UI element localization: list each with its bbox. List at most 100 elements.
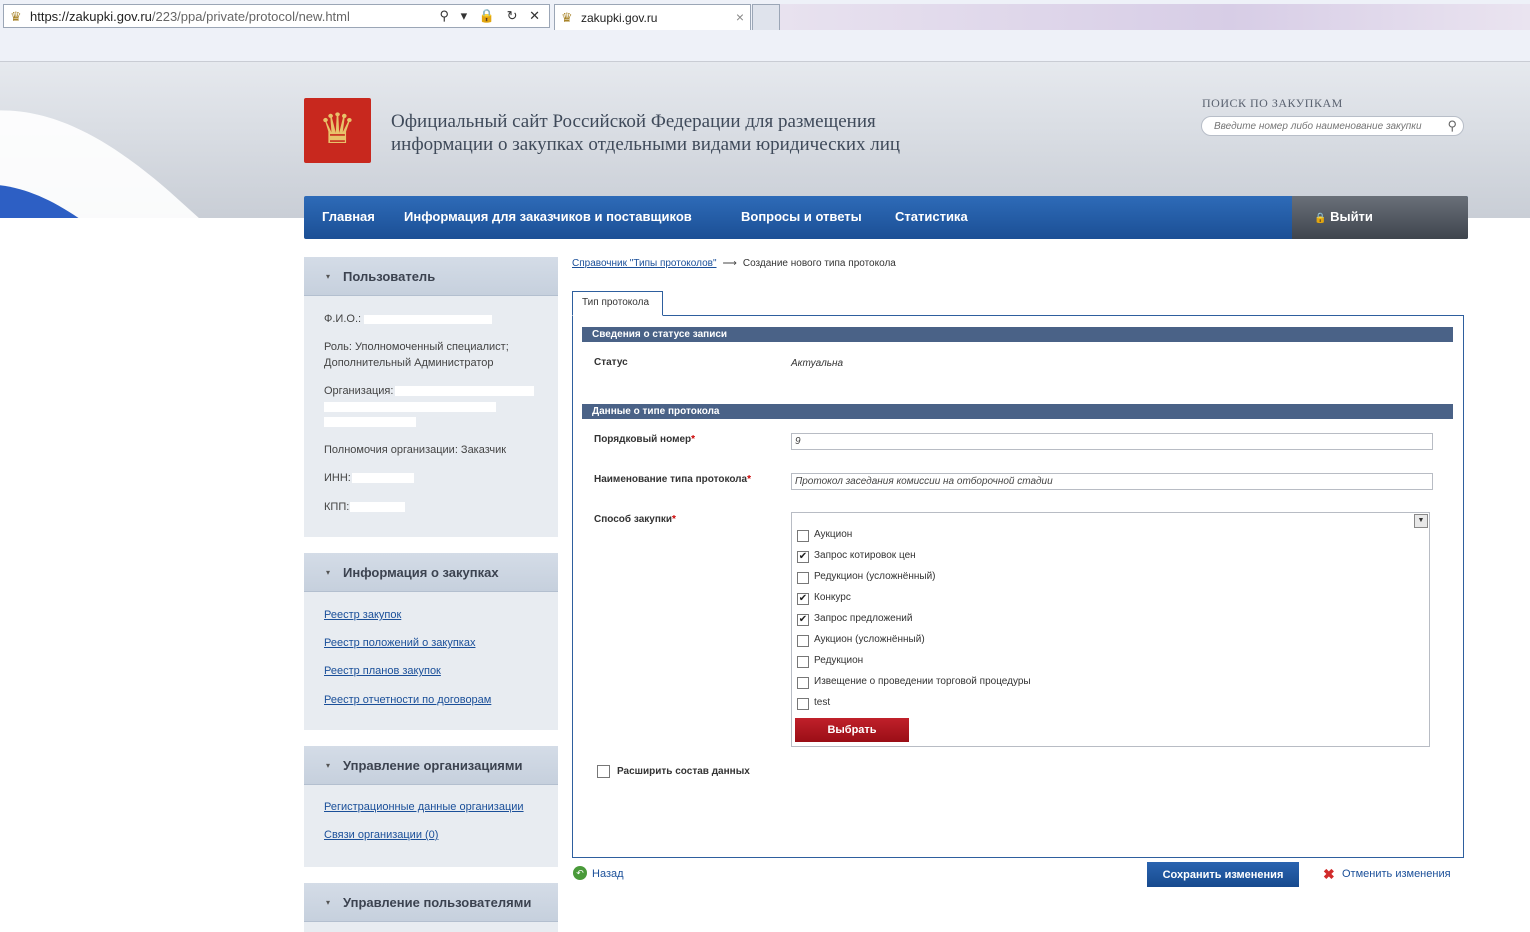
protocol-name-input[interactable] [791,473,1433,490]
method-option-label: Редукцион [814,655,864,666]
sidebar-orgs-header[interactable]: ▾ Управление организациями [304,746,558,785]
sidebar-procurement-header[interactable]: ▾ Информация о закупках [304,553,558,592]
inn-label: ИНН: [324,472,351,484]
search-label: ПОИСК ПО ЗАКУПКАМ [1202,96,1343,110]
method-option-label: Редукцион (усложнённый) [814,571,936,582]
site-favicon-icon: ♛ [10,9,22,24]
redacted-field [350,502,405,512]
link-regulations-registry[interactable]: Реестр положений о закупках [324,637,475,649]
link-org-registration[interactable]: Регистрационные данные организации [324,801,524,813]
required-mark: * [672,514,676,525]
method-option-label: Извещение о проведении торговой процедур… [814,676,1031,687]
fio-label: Ф.И.О.: [324,313,362,325]
nav-item-stats[interactable]: Статистика [895,209,968,224]
sidebar-user-heading: Пользователь [343,269,436,284]
breadcrumb-current: Создание нового типа протокола [742,258,896,269]
back-label[interactable]: Назад [592,868,624,880]
method-option-checkbox[interactable] [797,572,809,584]
link-org-relations[interactable]: Связи организации (0) [324,829,438,841]
sidebar-procurement-block: ▾ Информация о закупках Реестр закупок Р… [304,553,558,730]
required-mark: * [691,434,696,445]
role-line-2: Дополнительный Администратор [324,357,494,369]
method-option-checkbox[interactable] [797,698,809,710]
method-option-checkbox[interactable] [797,677,809,689]
protocol-form: Сведения о статусе записи Статус Актуаль… [572,315,1464,858]
org-label: Организация: [324,385,394,397]
order-label: Порядковый номер* [594,434,696,445]
status-value: Актуальна [791,358,844,369]
select-button[interactable]: Выбрать [795,718,909,742]
section-status-header: Сведения о статусе записи [582,327,1453,342]
method-label: Способ закупки* [594,514,676,525]
save-button[interactable]: Сохранить изменения [1147,862,1299,887]
nav-item-info[interactable]: Информация для заказчиков и поставщиков [404,209,692,224]
tab-favicon-icon: ♛ [561,10,573,25]
search-icon[interactable]: ⚲ [1447,118,1457,134]
tab-close-icon[interactable]: × [736,9,744,25]
sidebar-user-header[interactable]: ▾ Пользователь [304,257,558,296]
method-option-checkbox[interactable]: ✔ [797,593,809,605]
sidebar-orgs-block: ▾ Управление организациями Регистрационн… [304,746,558,867]
cancel-x-icon: ✖ [1323,866,1335,882]
order-number-input[interactable] [791,433,1433,450]
sidebar-orgs-heading: Управление организациями [343,758,523,773]
tab-title: zakupki.gov.ru [581,11,658,25]
collapse-icon: ▾ [326,898,331,907]
method-option-checkbox[interactable]: ✔ [797,614,809,626]
sidebar-users-heading: Управление пользователями [343,895,532,910]
site-title: Официальный сайт Российской Федерации дл… [391,111,901,155]
address-bar[interactable]: ♛ https://zakupki.gov.ru/223/ppa/private… [3,4,550,28]
main-nav: Главная Информация для заказчиков и пост… [304,196,1468,239]
redacted-field [324,402,496,412]
search-input[interactable] [1214,119,1439,133]
browser-tab[interactable]: ♛ zakupki.gov.ru × [554,4,751,30]
logout-button[interactable]: 🔒 Выйти [1292,196,1468,239]
lock-icon: 🔒 [1314,213,1327,224]
name-label: Наименование типа протокола* [594,474,752,485]
nav-item-faq[interactable]: Вопросы и ответы [741,209,862,224]
redacted-field [395,386,534,396]
redacted-field [352,473,414,483]
address-tools-icon[interactable]: ⚲ ▾ 🔒 ↻ ✕ [440,8,544,24]
method-option-checkbox[interactable]: ✔ [797,551,809,563]
breadcrumb-link[interactable]: Справочник "Типы протоколов" [572,258,717,269]
link-purchase-registry[interactable]: Реестр закупок [324,609,401,621]
method-option-label: Аукцион (усложнённый) [814,634,925,645]
method-option-label: Запрос предложений [814,613,913,624]
link-plans-registry[interactable]: Реестр планов закупок [324,665,441,677]
sidebar-users-block: ▾ Управление пользователями [304,883,558,932]
org-powers: Полномочия организации: Заказчик [324,444,507,456]
method-option-checkbox[interactable] [797,635,809,647]
method-option-label: Аукцион [814,529,853,540]
extend-data-label: Расширить состав данных [617,766,750,777]
sidebar-procurement-heading: Информация о закупках [343,565,499,580]
method-option-checkbox[interactable] [797,530,809,542]
method-option-label: Конкурс [814,592,851,603]
cancel-label[interactable]: Отменить изменения [1342,868,1451,880]
redacted-field [364,315,492,324]
coat-of-arms-icon[interactable]: ♛ [304,98,371,163]
extend-data-checkbox[interactable] [597,765,610,778]
dropdown-toggle-icon[interactable]: ▼ [1414,514,1428,528]
nav-item-home[interactable]: Главная [322,209,375,224]
method-option-label: test [814,697,831,708]
collapse-icon: ▾ [326,761,331,770]
tab-protocol-type[interactable]: Тип протокола [572,291,663,316]
sidebar-user-block: ▾ Пользователь Ф.И.О.: Роль: Уполномочен… [304,257,558,537]
url-text[interactable]: https://zakupki.gov.ru/223/ppa/private/p… [30,9,350,24]
required-mark: * [747,474,752,485]
collapse-icon: ▾ [326,272,331,281]
status-label: Статус [594,357,628,368]
method-option-checkbox[interactable] [797,656,809,668]
collapse-icon: ▾ [326,568,331,577]
logout-label: Выйти [1330,209,1373,224]
sidebar-users-header[interactable]: ▾ Управление пользователями [304,883,558,922]
role-line-1: Роль: Уполномоченный специалист; [324,341,509,353]
arrow-right-icon: ⟶ [722,258,737,269]
flag-graphic [0,110,199,218]
search-box: ⚲ [1201,116,1464,136]
browser-chrome: ♛ https://zakupki.gov.ru/223/ppa/private… [0,0,1530,62]
link-reports-registry[interactable]: Реестр отчетности по договорам [324,694,491,706]
new-tab-button[interactable] [752,4,780,30]
procurement-method-multiselect: ▼ Аукцион ✔ Запрос котировок цен Редукцион … [791,512,1430,747]
